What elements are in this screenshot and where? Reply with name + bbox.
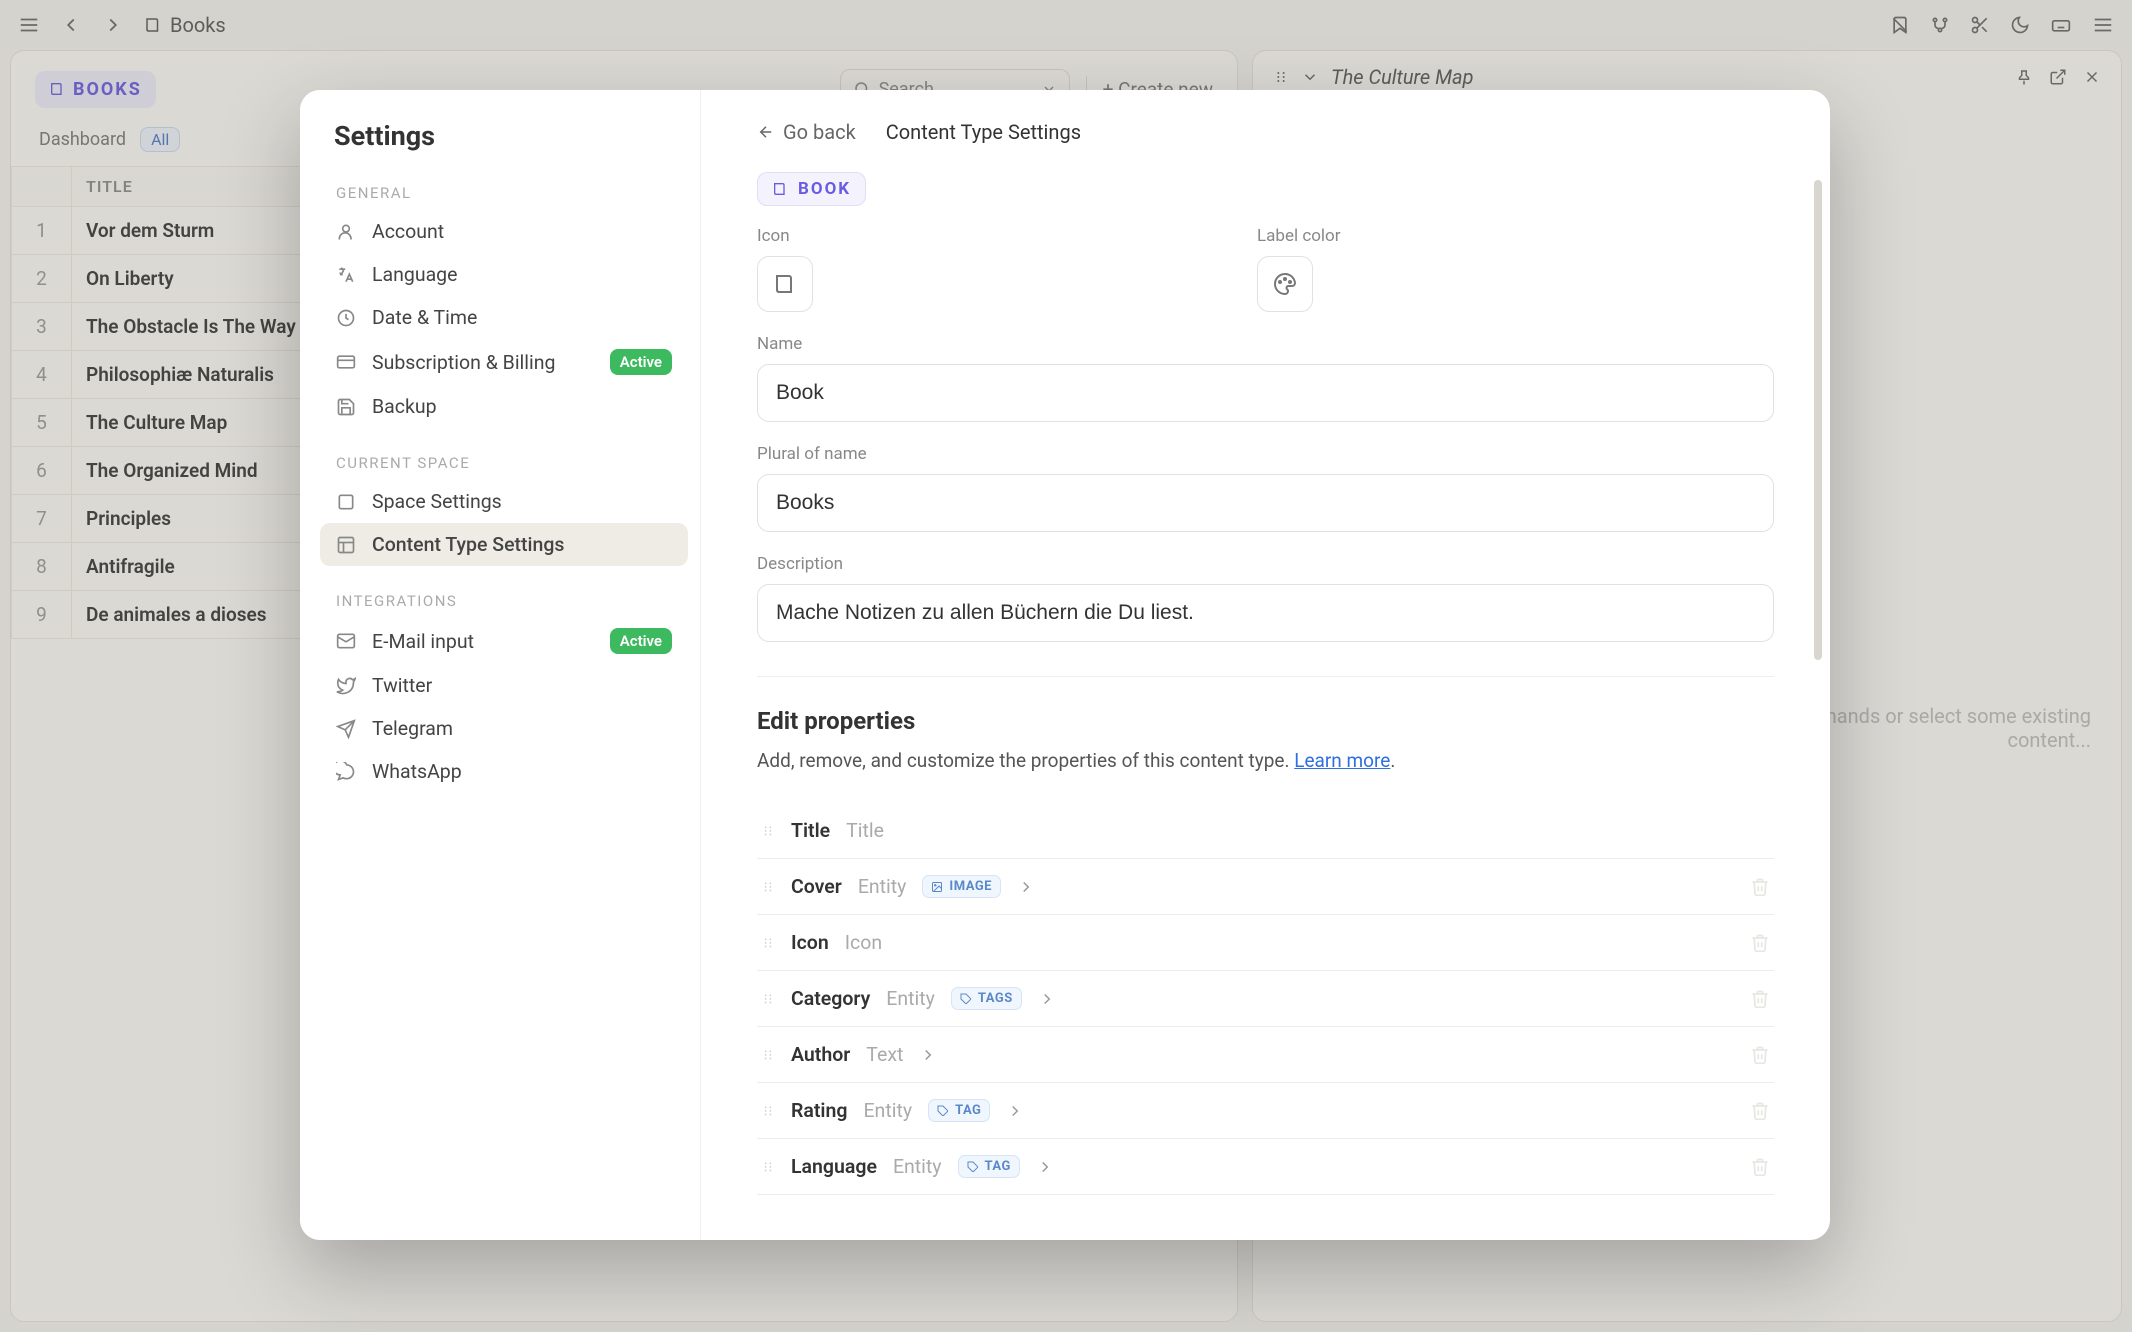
property-badge: TAGS [951, 987, 1022, 1010]
property-row[interactable]: Category Entity TAGS [757, 971, 1774, 1027]
nav-account[interactable]: Account [320, 210, 688, 253]
delete-property-button[interactable] [1750, 1157, 1770, 1177]
property-type: Entity [863, 1099, 912, 1122]
icon-picker-button[interactable] [757, 256, 813, 312]
label-color-label: Label color [1257, 226, 1341, 246]
description-label: Description [757, 554, 1774, 574]
learn-more-link[interactable]: Learn more [1294, 749, 1390, 772]
chevron-right-icon [1038, 990, 1056, 1008]
nav-telegram[interactable]: Telegram [320, 707, 688, 750]
settings-heading: Settings [320, 120, 688, 158]
property-type: Title [846, 819, 884, 842]
go-back-button[interactable]: Go back [757, 120, 856, 144]
plural-label: Plural of name [757, 444, 1774, 464]
telegram-icon [336, 719, 358, 739]
palette-icon [1273, 272, 1297, 296]
icon-label: Icon [757, 226, 1197, 246]
property-name: Title [791, 819, 830, 842]
translate-icon [336, 265, 358, 285]
settings-modal: Settings GENERAL Account Language Date &… [300, 90, 1830, 1240]
nav-content-type[interactable]: Content Type Settings [320, 523, 688, 566]
arrow-left-icon [757, 123, 775, 141]
nav-date-time[interactable]: Date & Time [320, 296, 688, 339]
property-row[interactable]: Author Text [757, 1027, 1774, 1083]
name-input[interactable] [757, 364, 1774, 422]
active-badge: Active [610, 628, 672, 654]
content-type-chip: BOOK [757, 172, 866, 206]
nav-whatsapp[interactable]: WhatsApp [320, 750, 688, 793]
nav-email[interactable]: E-Mail inputActive [320, 618, 688, 664]
drag-handle-icon[interactable] [761, 936, 775, 950]
property-badge: TAG [958, 1155, 1020, 1178]
drag-handle-icon[interactable] [761, 1048, 775, 1062]
clock-icon [336, 308, 358, 328]
nav-subscription[interactable]: Subscription & BillingActive [320, 339, 688, 385]
delete-property-button[interactable] [1750, 1101, 1770, 1121]
delete-property-button[interactable] [1750, 933, 1770, 953]
settings-sidebar: Settings GENERAL Account Language Date &… [300, 90, 700, 1240]
property-type: Entity [893, 1155, 942, 1178]
active-badge: Active [610, 349, 672, 375]
section-integrations: INTEGRATIONS [320, 566, 688, 618]
property-row[interactable]: Icon Icon [757, 915, 1774, 971]
drag-handle-icon[interactable] [761, 880, 775, 894]
delete-property-button[interactable] [1750, 877, 1770, 897]
property-name: Language [791, 1155, 877, 1178]
property-badge: IMAGE [922, 875, 1001, 898]
property-type: Entity [886, 987, 935, 1010]
nav-backup[interactable]: Backup [320, 385, 688, 428]
name-label: Name [757, 334, 1774, 354]
panel-title: Content Type Settings [886, 120, 1081, 144]
property-list: Title Title Cover Entity IMAGE Icon Icon… [757, 802, 1774, 1195]
section-general: GENERAL [320, 158, 688, 210]
color-picker-button[interactable] [1257, 256, 1313, 312]
property-row[interactable]: Cover Entity IMAGE [757, 859, 1774, 915]
property-badge: TAG [928, 1099, 990, 1122]
scrollbar[interactable] [1814, 180, 1824, 1224]
property-name: Icon [791, 931, 829, 954]
delete-property-button[interactable] [1750, 1045, 1770, 1065]
drag-handle-icon[interactable] [761, 824, 775, 838]
drag-handle-icon[interactable] [761, 1104, 775, 1118]
property-type: Text [866, 1043, 903, 1066]
description-input[interactable] [757, 584, 1774, 642]
book-icon [772, 181, 788, 197]
user-icon [336, 222, 358, 242]
property-row[interactable]: Rating Entity TAG [757, 1083, 1774, 1139]
settings-content: Go back Content Type Settings BOOK Icon … [700, 90, 1830, 1240]
drag-handle-icon[interactable] [761, 1160, 775, 1174]
property-type: Entity [858, 875, 907, 898]
chevron-right-icon [1006, 1102, 1024, 1120]
drag-handle-icon[interactable] [761, 992, 775, 1006]
nav-space-settings[interactable]: Space Settings [320, 480, 688, 523]
property-row[interactable]: Title Title [757, 802, 1774, 859]
chevron-right-icon [1036, 1158, 1054, 1176]
nav-twitter[interactable]: Twitter [320, 664, 688, 707]
property-name: Author [791, 1043, 850, 1066]
edit-properties-copy: Add, remove, and customize the propertie… [757, 749, 1774, 772]
card-icon [336, 352, 358, 372]
mail-icon [336, 631, 358, 651]
property-row[interactable]: Language Entity TAG [757, 1139, 1774, 1195]
save-icon [336, 397, 358, 417]
chevron-right-icon [919, 1046, 937, 1064]
square-icon [336, 492, 358, 512]
delete-property-button[interactable] [1750, 989, 1770, 1009]
property-name: Rating [791, 1099, 847, 1122]
plural-input[interactable] [757, 474, 1774, 532]
property-name: Category [791, 987, 870, 1010]
section-current-space: CURRENT SPACE [320, 428, 688, 480]
layout-icon [336, 535, 358, 555]
edit-properties-heading: Edit properties [757, 707, 1774, 735]
whatsapp-icon [336, 762, 358, 782]
property-name: Cover [791, 875, 842, 898]
chevron-right-icon [1017, 878, 1035, 896]
property-type: Icon [845, 931, 882, 954]
book-icon [773, 272, 797, 296]
nav-language[interactable]: Language [320, 253, 688, 296]
twitter-icon [336, 676, 358, 696]
